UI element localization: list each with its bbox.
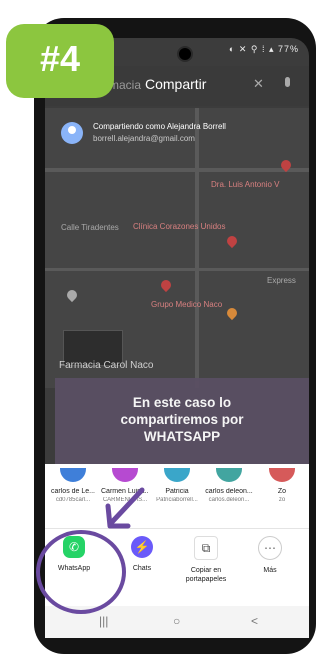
map-pin-icon[interactable] xyxy=(224,233,240,249)
place-name: Farmacia Carol Naco xyxy=(59,360,154,371)
camera-icon xyxy=(177,46,193,62)
more-icon: ⋯ xyxy=(258,536,282,560)
contact-sub: cd0785carl... xyxy=(55,497,91,503)
location-icon xyxy=(64,287,80,303)
app-label: Más xyxy=(263,567,277,574)
arrow-icon xyxy=(105,487,145,529)
contact-name: carlos de Le... xyxy=(51,488,95,495)
share-title: Compartir xyxy=(145,76,207,92)
account-row: Compartiendo como Alejandra Borrell borr… xyxy=(45,118,309,158)
map-label: Clínica Corazones Unidos xyxy=(133,222,226,231)
contact-name: carlos deleon... xyxy=(205,488,253,495)
map-pin-icon[interactable] xyxy=(224,305,240,321)
contact-avatar xyxy=(60,468,86,482)
contact-avatar xyxy=(164,468,190,482)
close-icon[interactable]: ✕ xyxy=(253,76,264,92)
divider xyxy=(45,528,309,529)
contact-sub: carlos.deleon... xyxy=(208,497,250,503)
caption-text: En este caso lo compartiremos por WHATSA… xyxy=(55,394,309,445)
map-road xyxy=(45,268,309,271)
account-email: borrell.alejandra@gmail.com xyxy=(93,134,195,143)
contact-name: Patricia xyxy=(165,488,189,495)
caption-line: WHATSAPP xyxy=(143,429,221,444)
step-badge-text: #4 xyxy=(39,38,81,79)
app-copy[interactable]: ⧉ Copiar en portapapeles xyxy=(181,536,231,584)
highlight-circle xyxy=(36,530,126,614)
contact-sub: zo xyxy=(278,497,286,503)
status-icons: ◐ ✕ ⚲ ⁞ ▴ 77% xyxy=(228,44,299,54)
home-button[interactable]: ○ xyxy=(173,614,180,628)
map-pin-icon[interactable] xyxy=(158,277,174,293)
contact-sub: Patriciaborrell... xyxy=(156,497,198,503)
contact-item[interactable]: Patricia Patriciaborrell... xyxy=(153,468,201,516)
copy-icon: ⧉ xyxy=(194,536,218,560)
caption-box: En este caso lo compartiremos por WHATSA… xyxy=(55,378,309,464)
contact-item[interactable]: Zo zo xyxy=(259,468,305,516)
map-label: Express xyxy=(267,276,296,285)
contact-item[interactable]: carlos deleon... carlos.deleon... xyxy=(205,468,253,516)
contact-avatar xyxy=(216,468,242,482)
contact-item[interactable]: carlos de Le... cd0785carl... xyxy=(49,468,97,516)
caption-line: compartiremos por xyxy=(120,412,244,427)
avatar xyxy=(61,122,83,144)
contact-name: Zo xyxy=(277,488,287,495)
back-button[interactable]: < xyxy=(251,614,258,628)
app-more[interactable]: ⋯ Más xyxy=(245,536,295,575)
map-label: Grupo Medico Naco xyxy=(151,300,223,309)
step-badge: #4 xyxy=(6,24,114,98)
mic-icon[interactable] xyxy=(285,77,290,87)
map-street-label: Calle Tiradentes xyxy=(61,223,119,232)
messenger-icon: ⚡ xyxy=(131,536,153,558)
contact-avatar xyxy=(269,468,295,482)
caption-line: En este caso lo xyxy=(132,395,232,410)
contact-avatar xyxy=(112,468,138,482)
map-label: Dra. Luis Antonio V xyxy=(211,180,280,189)
account-name: Compartiendo como Alejandra Borrell xyxy=(93,122,226,131)
recent-apps-button[interactable]: ||| xyxy=(99,614,108,628)
app-label: Copiar en portapapeles xyxy=(185,567,227,583)
map-road xyxy=(45,168,309,172)
